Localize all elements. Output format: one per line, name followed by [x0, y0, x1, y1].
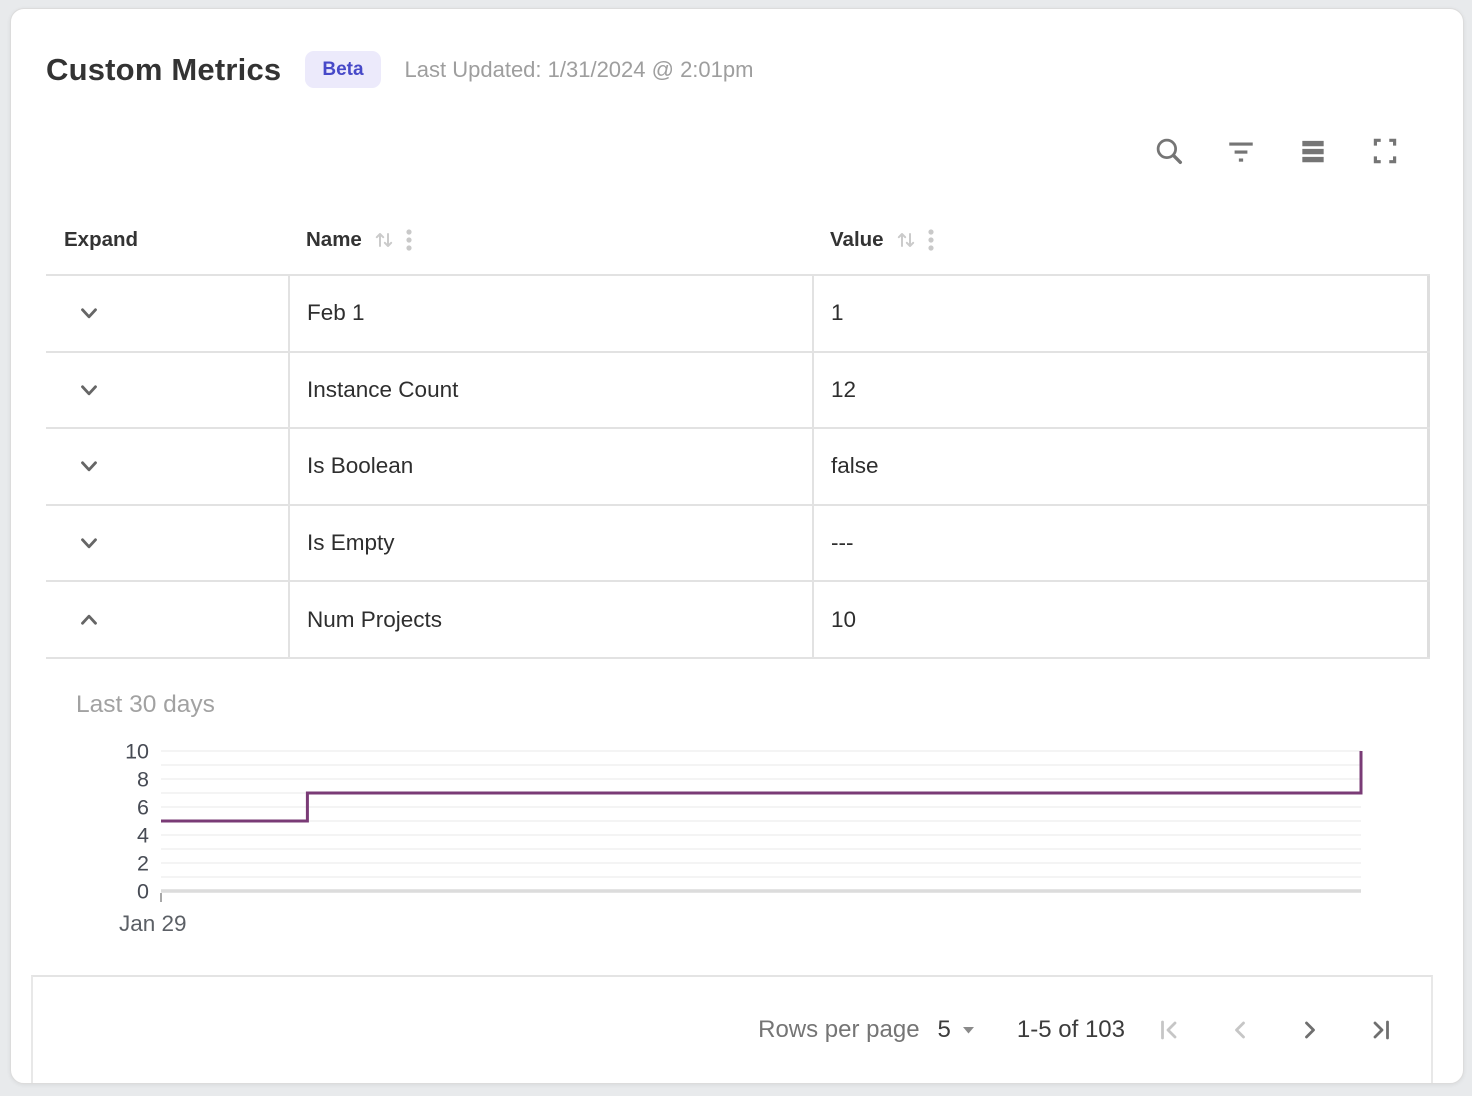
metric-name-cell: Is Boolean	[288, 429, 812, 504]
metric-value-cell: ---	[812, 506, 1430, 581]
table-toolbar	[1153, 135, 1401, 167]
table-row: Is Boolean false	[46, 429, 1430, 506]
metric-value-cell: 1	[812, 276, 1430, 351]
metrics-table: Expand Name Value	[46, 206, 1430, 659]
svg-text:10: 10	[125, 743, 149, 764]
rows-per-page-label: Rows per page	[758, 1016, 919, 1044]
header: Custom Metrics Beta Last Updated: 1/31/2…	[46, 51, 753, 88]
fullscreen-icon[interactable]	[1369, 135, 1401, 167]
search-icon[interactable]	[1153, 135, 1185, 167]
last-updated-text: Last Updated: 1/31/2024 @ 2:01pm	[405, 57, 754, 83]
metric-name-cell: Is Empty	[288, 506, 812, 581]
dropdown-arrow-icon	[962, 1026, 975, 1035]
column-header-name[interactable]: Name	[288, 228, 812, 252]
rows-per-page-value: 5	[938, 1016, 951, 1044]
svg-text:4: 4	[137, 824, 149, 848]
metric-value-cell: false	[812, 429, 1430, 504]
svg-text:0: 0	[137, 880, 149, 904]
pagination-footer: Rows per page 5 1-5 of 103	[31, 975, 1433, 1083]
metric-value-cell: 12	[812, 353, 1430, 428]
sort-icon[interactable]	[374, 229, 394, 251]
sort-icon[interactable]	[896, 229, 916, 251]
table-row: Num Projects 10	[46, 582, 1430, 659]
previous-page-icon[interactable]	[1225, 1015, 1255, 1045]
expand-chevron-icon[interactable]	[76, 300, 102, 326]
density-icon[interactable]	[1297, 135, 1329, 167]
svg-text:6: 6	[137, 796, 149, 820]
column-header-expand: Expand	[46, 228, 288, 252]
metric-name-cell: Instance Count	[288, 353, 812, 428]
last-page-icon[interactable]	[1365, 1015, 1395, 1045]
metric-value-cell: 10	[812, 582, 1430, 657]
expand-chevron-icon[interactable]	[76, 530, 102, 556]
rows-per-page-select[interactable]: 5	[938, 1016, 975, 1044]
chart-title: Last 30 days	[76, 691, 215, 719]
custom-metrics-card: Custom Metrics Beta Last Updated: 1/31/2…	[10, 8, 1464, 1084]
table-body: Feb 1 1 Instance Count 12 Is Boole	[46, 274, 1430, 659]
collapse-chevron-icon[interactable]	[76, 607, 102, 633]
svg-text:2: 2	[137, 852, 149, 876]
column-menu-icon[interactable]	[406, 228, 412, 252]
first-page-icon[interactable]	[1155, 1015, 1185, 1045]
column-menu-icon[interactable]	[928, 228, 934, 252]
column-header-value[interactable]: Value	[812, 228, 1430, 252]
page-title: Custom Metrics	[46, 52, 281, 88]
svg-text:8: 8	[137, 768, 149, 792]
page-range-label: 1-5 of 103	[1017, 1016, 1125, 1044]
table-row: Feb 1 1	[46, 276, 1430, 353]
table-row: Instance Count 12	[46, 353, 1430, 430]
next-page-icon[interactable]	[1295, 1015, 1325, 1045]
metric-name-cell: Feb 1	[288, 276, 812, 351]
table-header-row: Expand Name Value	[46, 206, 1430, 274]
beta-badge: Beta	[305, 51, 380, 88]
expand-chevron-icon[interactable]	[76, 377, 102, 403]
num-projects-step-chart: 0 2 4 6 8 10 Jan 29	[61, 743, 1421, 943]
filter-icon[interactable]	[1225, 135, 1257, 167]
svg-text:Jan 29: Jan 29	[119, 911, 187, 936]
pager	[1155, 1015, 1395, 1045]
metric-name-cell: Num Projects	[288, 582, 812, 657]
expand-chevron-icon[interactable]	[76, 453, 102, 479]
table-row: Is Empty ---	[46, 506, 1430, 583]
